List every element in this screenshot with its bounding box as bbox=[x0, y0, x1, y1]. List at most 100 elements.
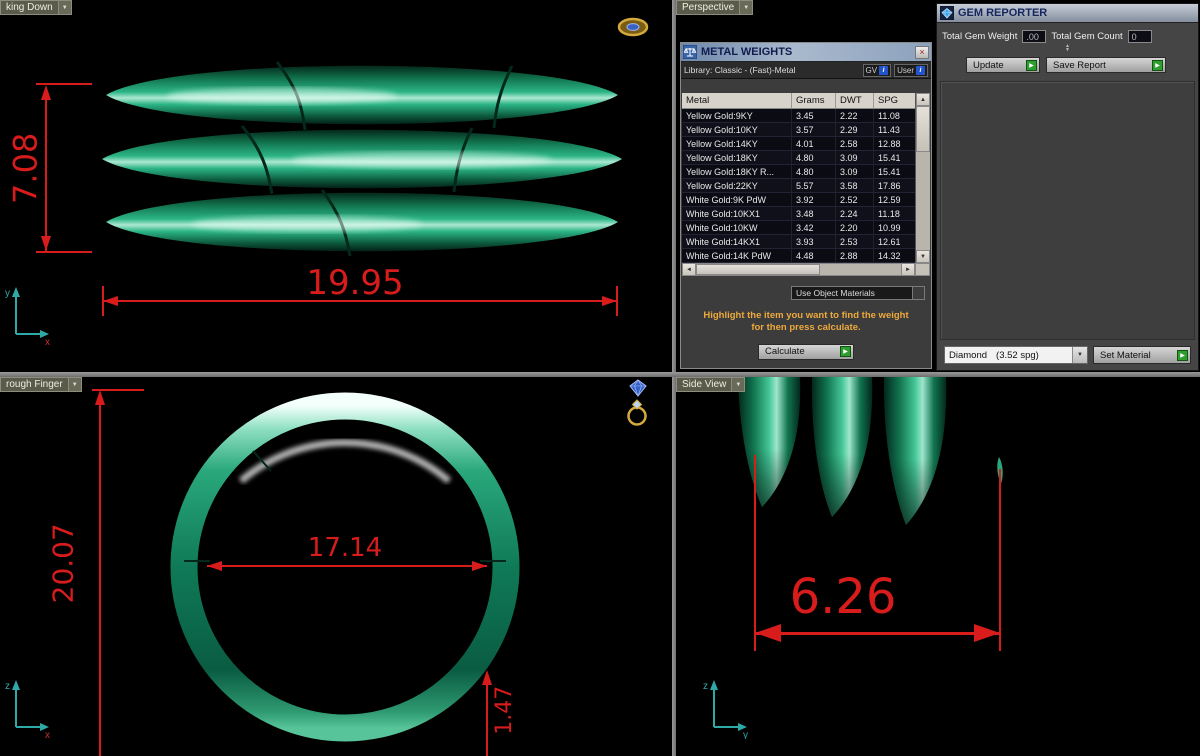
cell-metal: Yellow Gold:10KY bbox=[682, 123, 792, 136]
chevron-down-icon[interactable]: ▼ bbox=[1072, 347, 1087, 363]
cell-metal: White Gold:14KX1 bbox=[682, 235, 792, 248]
cell-grams: 3.45 bbox=[792, 109, 836, 122]
cell-dwt: 2.24 bbox=[836, 207, 874, 220]
update-button[interactable]: Update ▶ bbox=[966, 57, 1040, 73]
arrow-left-icon bbox=[755, 624, 781, 642]
axis-v-label: z bbox=[703, 681, 708, 692]
chevron-down-icon[interactable]: ▼ bbox=[57, 1, 71, 14]
view-selector-through-finger[interactable]: rough Finger ▼ bbox=[0, 377, 82, 392]
cell-dwt: 2.88 bbox=[836, 249, 874, 262]
cell-metal: White Gold:9K PdW bbox=[682, 193, 792, 206]
view-selector-perspective[interactable]: Perspective ▼ bbox=[676, 0, 754, 15]
cell-grams: 4.01 bbox=[792, 137, 836, 150]
column-spg[interactable]: SPG bbox=[874, 93, 915, 108]
total-gem-weight-field[interactable]: .00 bbox=[1022, 30, 1047, 43]
table-row[interactable]: White Gold:14KX1 3.93 2.53 12.61 bbox=[682, 235, 915, 249]
total-gem-count-field[interactable]: 0 bbox=[1127, 30, 1152, 43]
view-selector-side-view[interactable]: Side View ▼ bbox=[676, 377, 746, 392]
arrow-up-icon bbox=[482, 670, 492, 685]
scrollbar-track[interactable] bbox=[696, 263, 901, 276]
panel-title: GEM REPORTER bbox=[958, 7, 1048, 19]
scrollbar-track[interactable] bbox=[916, 106, 930, 250]
table-row[interactable]: Yellow Gold:18KY R... 4.80 3.09 15.41 bbox=[682, 165, 915, 179]
dropdown-box-icon[interactable] bbox=[912, 287, 924, 299]
ring-view-icon bbox=[627, 399, 647, 426]
metal-table: Metal Grams DWT SPG Yellow Gold:9KY 3.45 2… bbox=[682, 93, 930, 263]
cell-metal: Yellow Gold:22KY bbox=[682, 179, 792, 192]
scroll-down-icon[interactable]: ▼ bbox=[916, 250, 930, 263]
library-bar: Library: Classic - (Fast)-Metal GV i Use… bbox=[681, 62, 931, 79]
table-row[interactable]: Yellow Gold:9KY 3.45 2.22 11.08 bbox=[682, 109, 915, 123]
metal-table-body: Yellow Gold:9KY 3.45 2.22 11.08 Yellow Gold:… bbox=[682, 109, 915, 263]
spinner-control[interactable]: ▲ ▼ bbox=[1059, 44, 1077, 53]
horizontal-scrollbar[interactable]: ◄ ► bbox=[682, 263, 930, 276]
table-row[interactable]: Yellow Gold:18KY 4.80 3.09 15.41 bbox=[682, 151, 915, 165]
calculate-button[interactable]: Calculate ▶ bbox=[758, 343, 854, 360]
ring-view-icon bbox=[617, 17, 649, 37]
save-report-button[interactable]: Save Report ▶ bbox=[1046, 57, 1166, 73]
cell-metal: Yellow Gold:18KY R... bbox=[682, 165, 792, 178]
chevron-down-icon[interactable]: ▼ bbox=[739, 1, 753, 14]
help-text: Highlight the item you want to find the … bbox=[703, 310, 909, 333]
table-header[interactable]: Metal Grams DWT SPG bbox=[682, 93, 915, 109]
cell-metal: Yellow Gold:9KY bbox=[682, 109, 792, 122]
table-row[interactable]: Yellow Gold:10KY 3.57 2.29 11.43 bbox=[682, 123, 915, 137]
chevron-down-icon[interactable]: ▼ bbox=[67, 378, 81, 391]
gem-buttons-row: Update ▶ Save Report ▶ bbox=[937, 52, 1198, 73]
axis-h-label: y bbox=[743, 730, 748, 739]
play-icon: ▶ bbox=[840, 346, 851, 358]
vertical-scrollbar[interactable]: ▲ ▼ bbox=[915, 93, 930, 263]
gem-reporter-panel: GEM REPORTER Total Gem Weight .00 Total … bbox=[936, 3, 1199, 371]
column-dwt[interactable]: DWT bbox=[836, 93, 874, 108]
cell-spg: 12.61 bbox=[878, 236, 901, 247]
table-row[interactable]: Yellow Gold:14KY 4.01 2.58 12.88 bbox=[682, 137, 915, 151]
scroll-right-icon[interactable]: ► bbox=[901, 263, 915, 276]
viewport-looking-down[interactable]: king Down ▼ 7.08 19.95 y x bbox=[0, 0, 672, 372]
chevron-down-icon[interactable]: ▼ bbox=[731, 378, 745, 391]
view-selector-looking-down[interactable]: king Down ▼ bbox=[0, 0, 72, 15]
view-name: Perspective bbox=[682, 2, 735, 13]
set-material-button[interactable]: Set Material ▶ bbox=[1093, 346, 1191, 364]
viewport-side-view[interactable]: Side View ▼ 6.26 z y bbox=[676, 377, 1200, 756]
cell-spg: 14.32 bbox=[878, 250, 901, 261]
gem-reporter-titlebar[interactable]: GEM REPORTER bbox=[937, 4, 1198, 23]
metal-weights-titlebar[interactable]: METAL WEIGHTS × bbox=[681, 43, 931, 62]
use-object-materials-dropdown[interactable]: Use Object Materials bbox=[791, 286, 925, 300]
column-metal[interactable]: Metal bbox=[682, 93, 792, 108]
table-row[interactable]: White Gold:10KX1 3.48 2.24 11.18 bbox=[682, 207, 915, 221]
user-button[interactable]: User i bbox=[894, 63, 928, 77]
dimension-line-horizontal bbox=[755, 632, 1000, 635]
arrow-right-icon bbox=[974, 624, 1000, 642]
scroll-left-icon[interactable]: ◄ bbox=[682, 263, 696, 276]
cell-metal: White Gold:10KW bbox=[682, 221, 792, 234]
axis-v-label: z bbox=[5, 681, 10, 692]
scrollbar-thumb[interactable] bbox=[696, 264, 820, 275]
dimension-width-label: 6.26 bbox=[789, 569, 897, 625]
axis-gizmo: z x bbox=[5, 680, 50, 739]
viewport-perspective[interactable]: Perspective ▼ METAL WEIGHTS × Library: C… bbox=[676, 0, 1200, 372]
dimension-inner-label: 17.14 bbox=[307, 533, 383, 563]
scrollbar-thumb[interactable] bbox=[916, 106, 930, 152]
ring-model-top-view[interactable] bbox=[92, 50, 632, 268]
gv-button[interactable]: GV i bbox=[862, 63, 892, 77]
cell-spg: 12.88 bbox=[878, 138, 901, 149]
material-dropdown[interactable]: Diamond (3.52 spg) ▼ bbox=[944, 346, 1088, 364]
table-row[interactable]: White Gold:14K PdW 4.48 2.88 14.32 bbox=[682, 249, 915, 263]
column-grams[interactable]: Grams bbox=[792, 93, 836, 108]
arrow-right-icon bbox=[472, 561, 487, 571]
cell-dwt: 2.20 bbox=[836, 221, 874, 234]
scrollbar-corner bbox=[915, 263, 930, 276]
ring-model-side-view[interactable] bbox=[716, 377, 1056, 547]
extension-tick bbox=[616, 286, 618, 316]
table-row[interactable]: Yellow Gold:22KY 5.57 3.58 17.86 bbox=[682, 179, 915, 193]
close-icon[interactable]: × bbox=[915, 45, 929, 59]
viewport-through-finger[interactable]: rough Finger ▼ 20.07 17.14 1.47 z x bbox=[0, 377, 672, 756]
viewport-splitter-horizontal[interactable] bbox=[0, 372, 1200, 377]
view-name: king Down bbox=[6, 2, 53, 13]
cell-grams: 4.48 bbox=[792, 249, 836, 262]
scroll-up-icon[interactable]: ▲ bbox=[916, 93, 930, 106]
cell-spg: 11.08 bbox=[878, 110, 900, 121]
dimension-line-thickness bbox=[486, 673, 488, 756]
table-row[interactable]: White Gold:9K PdW 3.92 2.52 12.59 bbox=[682, 193, 915, 207]
table-row[interactable]: White Gold:10KW 3.42 2.20 10.99 bbox=[682, 221, 915, 235]
